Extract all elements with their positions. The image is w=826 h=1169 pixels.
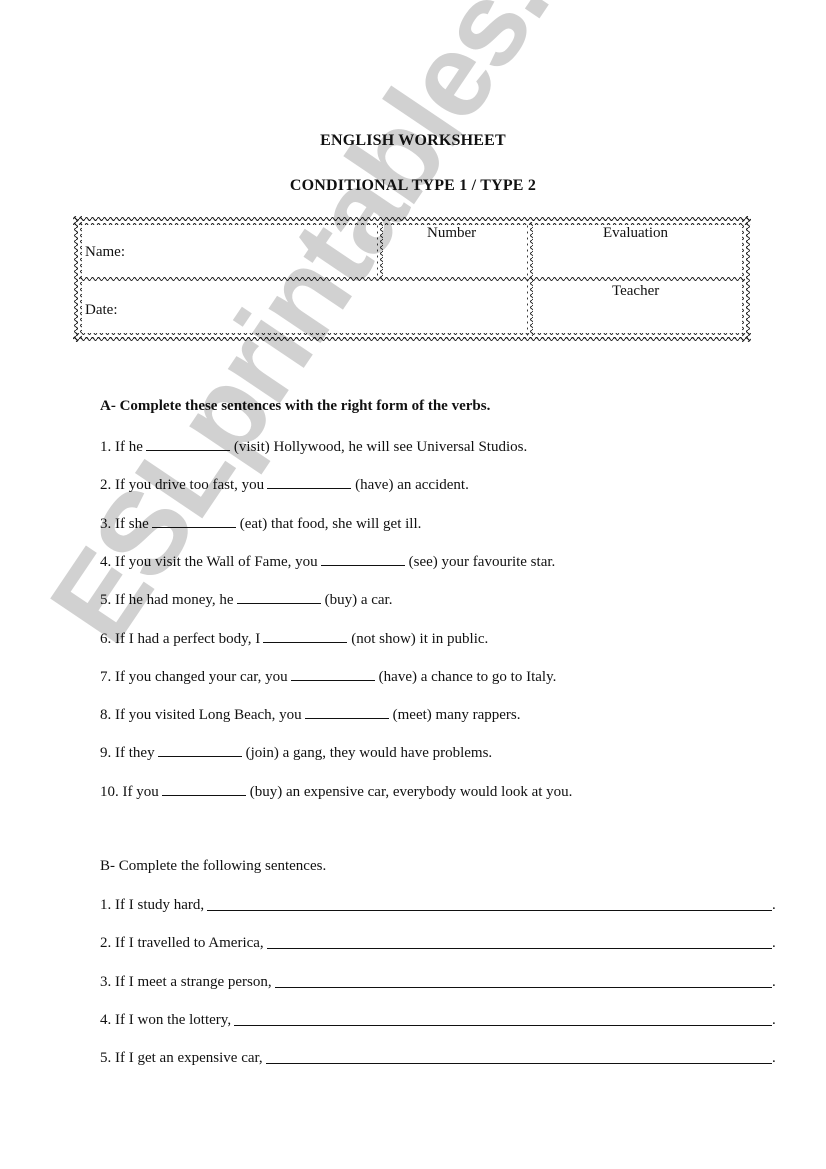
item-prompt: 3. If I meet a strange person, [100, 973, 272, 990]
name-label: Name: [85, 244, 125, 260]
exercise-b-item: 1. If I study hard,. [100, 896, 776, 914]
item-prompt: 3. If she [100, 515, 149, 532]
answer-blank[interactable] [320, 551, 405, 566]
item-prompt: 2. If you drive too fast, you [100, 477, 265, 494]
end-punctuation: . [772, 973, 776, 990]
exercise-a-item: 7. If you changed your car, you (have) a … [100, 666, 556, 686]
answer-blank[interactable] [236, 589, 321, 605]
exercise-b-item: 5. If I get an expensive car,. [100, 1049, 776, 1067]
end-punctuation: . [772, 935, 776, 952]
student-info-table: Name: Number Evaluation Date: Teacher [73, 216, 751, 342]
answer-line[interactable] [274, 973, 772, 988]
section-b-instruction: B- Complete the following sentences. [100, 858, 327, 874]
item-prompt: 6. If I had a perfect body, I [100, 630, 261, 647]
answer-blank[interactable] [267, 474, 352, 490]
answer-blank[interactable] [263, 628, 348, 643]
teacher-label: Teacher [612, 283, 660, 299]
exercise-a-item: 1. If he (visit) Hollywood, he will see U… [100, 436, 527, 456]
answer-blank[interactable] [304, 704, 389, 720]
item-prompt: 10. If you [100, 783, 159, 800]
item-continuation: (have) a chance to go to Italy. [378, 668, 557, 685]
item-continuation: (buy) an expensive car, everybody would … [249, 783, 573, 800]
item-continuation: (buy) a car. [324, 592, 393, 609]
exercise-a-item: 4. If you visit the Wall of Fame, you (se… [100, 551, 555, 571]
end-punctuation: . [772, 1050, 776, 1067]
answer-line[interactable] [265, 1049, 772, 1065]
exercise-b-item: 3. If I meet a strange person,. [100, 973, 776, 991]
exercise-b-item: 2. If I travelled to America,. [100, 934, 776, 952]
answer-line[interactable] [207, 896, 772, 911]
item-continuation: (eat) that food, she will get ill. [239, 515, 422, 532]
answer-blank[interactable] [290, 666, 375, 681]
exercise-a-item: 3. If she (eat) that food, she will get i… [100, 513, 421, 533]
date-label: Date: [85, 302, 118, 318]
item-continuation: (meet) many rappers. [392, 707, 521, 724]
exercise-a-item: 9. If they (join) a gang, they would have… [100, 742, 492, 762]
item-prompt: 9. If they [100, 745, 155, 762]
item-continuation: (not show) it in public. [351, 630, 489, 647]
number-label: Number [427, 225, 477, 241]
item-prompt: 5. If I get an expensive car, [100, 1050, 263, 1067]
answer-blank[interactable] [145, 436, 230, 451]
worksheet-title: ENGLISH WORKSHEET [320, 132, 506, 149]
exercise-a-item: 6. If I had a perfect body, I (not show) … [100, 628, 488, 648]
exercise-a-item: 5. If he had money, he (buy) a car. [100, 589, 392, 609]
item-prompt: 1. If he [100, 439, 143, 455]
exercise-a-item: 2. If you drive too fast, you (have) an a… [100, 474, 469, 494]
section-a-instruction: A- Complete these sentences with the rig… [100, 398, 491, 414]
answer-blank[interactable] [151, 513, 236, 528]
end-punctuation: . [772, 897, 776, 913]
end-punctuation: . [772, 1011, 776, 1028]
answer-blank[interactable] [161, 781, 246, 796]
answer-line[interactable] [234, 1011, 772, 1026]
evaluation-label: Evaluation [603, 225, 668, 241]
exercise-a-item: 8. If you visited Long Beach, you (meet) … [100, 704, 521, 724]
item-prompt: 1. If I study hard, [100, 897, 205, 913]
item-prompt: 2. If I travelled to America, [100, 935, 264, 952]
exercise-a-item: 10. If you (buy) an expensive car, everyb… [100, 781, 572, 801]
item-continuation: (join) a gang, they would have problems. [245, 745, 493, 762]
item-prompt: 5. If he had money, he [100, 592, 234, 609]
item-prompt: 8. If you visited Long Beach, you [100, 707, 302, 724]
answer-blank[interactable] [157, 742, 242, 758]
item-continuation: (have) an accident. [355, 477, 469, 494]
answer-line[interactable] [266, 934, 772, 950]
worksheet-subtitle: CONDITIONAL TYPE 1 / TYPE 2 [289, 177, 537, 194]
item-continuation: (see) your favourite star. [408, 553, 556, 570]
item-prompt: 4. If you visit the Wall of Fame, you [100, 553, 318, 570]
item-prompt: 4. If I won the lottery, [100, 1011, 232, 1028]
exercise-b-item: 4. If I won the lottery,. [100, 1011, 776, 1029]
item-prompt: 7. If you changed your car, you [100, 668, 288, 685]
item-continuation: (visit) Hollywood, he will see Universal… [233, 439, 528, 455]
